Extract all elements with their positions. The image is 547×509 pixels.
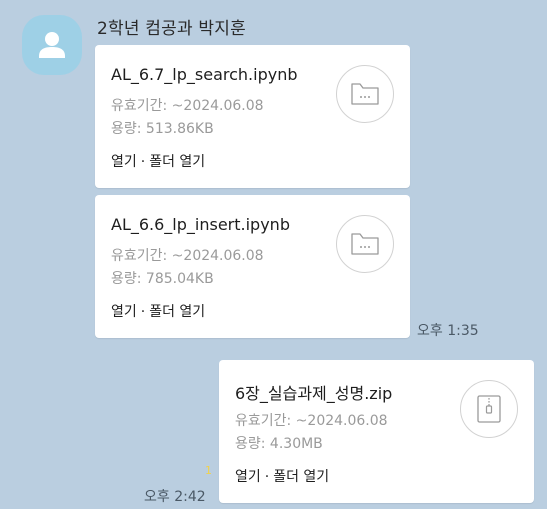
open-folder-link[interactable]: 폴더 열기: [149, 304, 205, 320]
file-expiry: 유효기간: ~2024.06.08: [111, 98, 264, 114]
file-actions: 열기 · 폴더 열기: [111, 151, 205, 171]
file-size: 용량: 4.30MB: [235, 436, 323, 452]
file-expiry: 유효기간: ~2024.06.08: [235, 413, 388, 429]
open-file-link[interactable]: 열기: [111, 304, 137, 320]
file-actions: 열기 · 폴더 열기: [235, 466, 329, 486]
file-message-card[interactable]: 6장_실습과제_성명.zip 유효기간: ~2024.06.08 용량: 4.3…: [219, 360, 534, 503]
file-expiry: 유효기간: ~2024.06.08: [111, 248, 264, 264]
action-separator: ·: [140, 304, 146, 320]
sender-name: 2학년 컴공과 박지훈: [97, 19, 246, 39]
folder-icon: [351, 83, 379, 105]
open-file-link[interactable]: 열기: [111, 154, 137, 170]
file-name[interactable]: AL_6.6_lp_insert.ipynb: [111, 215, 290, 234]
action-separator: ·: [264, 469, 270, 485]
open-file-link[interactable]: 열기: [235, 469, 261, 485]
chat-room: 2학년 컴공과 박지훈 AL_6.7_lp_search.ipynb 유효기간:…: [0, 0, 547, 509]
sender-avatar[interactable]: [22, 15, 82, 75]
file-size: 용량: 513.86KB: [111, 121, 214, 137]
open-folder-link[interactable]: 폴더 열기: [149, 154, 205, 170]
folder-icon: [351, 233, 379, 255]
unread-count-badge: 1: [205, 464, 212, 477]
folder-icon-button[interactable]: [336, 215, 394, 273]
file-message-card[interactable]: AL_6.6_lp_insert.ipynb 유효기간: ~2024.06.08…: [95, 195, 410, 338]
file-name[interactable]: AL_6.7_lp_search.ipynb: [111, 65, 298, 84]
person-icon: [39, 32, 65, 58]
message-timestamp: 오후 2:42: [144, 489, 206, 505]
folder-icon-button[interactable]: [336, 65, 394, 123]
zip-file-icon: [477, 395, 501, 423]
file-size: 용량: 785.04KB: [111, 271, 214, 287]
file-actions: 열기 · 폴더 열기: [111, 301, 205, 321]
message-timestamp: 오후 1:35: [417, 323, 479, 339]
zip-icon-button[interactable]: [460, 380, 518, 438]
file-message-card[interactable]: AL_6.7_lp_search.ipynb 유효기간: ~2024.06.08…: [95, 45, 410, 188]
action-separator: ·: [140, 154, 146, 170]
file-name[interactable]: 6장_실습과제_성명.zip: [235, 380, 392, 404]
open-folder-link[interactable]: 폴더 열기: [273, 469, 329, 485]
